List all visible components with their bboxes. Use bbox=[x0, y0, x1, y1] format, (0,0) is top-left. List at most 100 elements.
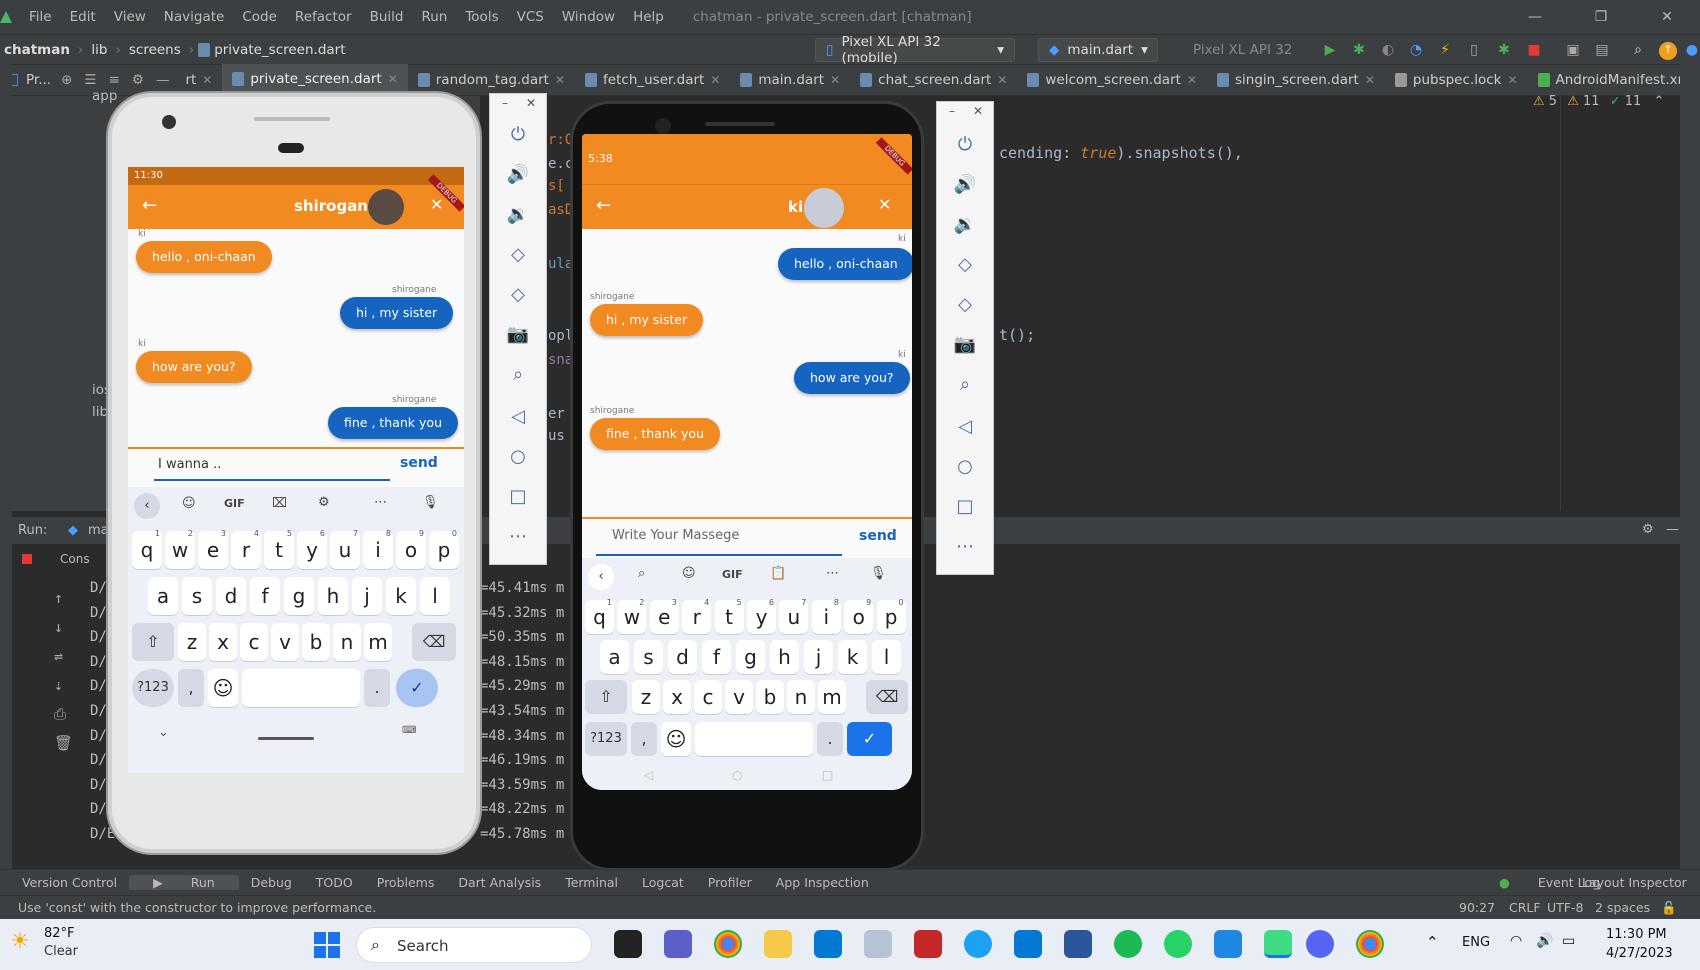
close-tab-icon[interactable]: ✕ bbox=[710, 73, 720, 87]
emoji-key[interactable]: ☺ bbox=[661, 722, 691, 756]
project-tab[interactable]: Pr... bbox=[22, 72, 55, 88]
key-s[interactable]: s bbox=[182, 577, 212, 615]
period-key[interactable]: . bbox=[817, 722, 843, 756]
encoding[interactable]: UTF-8 bbox=[1547, 900, 1583, 915]
menu-view[interactable]: View bbox=[105, 9, 155, 25]
key-l[interactable]: l bbox=[872, 640, 901, 674]
key-u[interactable]: u7 bbox=[330, 529, 360, 569]
more-icon[interactable]: ⋯ bbox=[490, 526, 546, 547]
chrome-icon[interactable] bbox=[714, 930, 742, 958]
down-icon[interactable]: ↓ bbox=[54, 613, 73, 642]
whatsapp-icon[interactable] bbox=[1164, 930, 1192, 958]
profiler-tab[interactable]: Profiler bbox=[696, 875, 764, 890]
app-icon[interactable] bbox=[1064, 930, 1092, 958]
shift-key[interactable]: ⇧ bbox=[132, 623, 174, 661]
key-m[interactable]: m bbox=[818, 680, 846, 714]
avatar[interactable] bbox=[804, 188, 844, 228]
key-x[interactable]: x bbox=[663, 680, 691, 714]
stop-icon[interactable]: ■ bbox=[1526, 42, 1542, 58]
chevron-left-icon[interactable]: ‹ bbox=[134, 493, 160, 519]
close-tab-icon[interactable]: ✕ bbox=[202, 73, 212, 87]
device2-label[interactable]: Pixel XL API 32 bbox=[1193, 42, 1292, 58]
close-tab-icon[interactable]: ✕ bbox=[388, 72, 398, 86]
more-icon[interactable]: ⋯ bbox=[937, 536, 993, 557]
key-i[interactable]: i8 bbox=[811, 598, 841, 634]
key-r[interactable]: r4 bbox=[231, 529, 261, 569]
tab-random-tag[interactable]: random_tag.dart ✕ bbox=[408, 64, 575, 96]
menu-vcs[interactable]: VCS bbox=[508, 9, 553, 25]
debug-tab[interactable]: Debug bbox=[239, 875, 304, 890]
minimize-icon[interactable]: – bbox=[502, 96, 508, 110]
dart-analysis-tab[interactable]: Dart Analysis bbox=[446, 875, 553, 890]
teams-icon[interactable] bbox=[664, 930, 692, 958]
chevron-left-icon[interactable]: ‹ bbox=[588, 564, 614, 590]
tray-chevron-icon[interactable]: ⌃ bbox=[1426, 933, 1439, 951]
close-tab-icon[interactable]: ✕ bbox=[1365, 73, 1375, 87]
menu-navigate[interactable]: Navigate bbox=[155, 9, 234, 25]
comma-key[interactable]: , bbox=[178, 669, 204, 707]
chevron-up-icon[interactable]: ⌃ bbox=[1653, 94, 1664, 109]
debug-icon[interactable]: ✱ bbox=[1351, 42, 1367, 58]
key-b[interactable]: b bbox=[302, 623, 330, 661]
key-y[interactable]: y6 bbox=[747, 598, 776, 634]
key-a[interactable]: a bbox=[600, 640, 629, 674]
clock-time[interactable]: 11:30 PM bbox=[1606, 927, 1667, 942]
tree-item[interactable]: app bbox=[92, 88, 117, 104]
shift-key[interactable]: ⇧ bbox=[585, 680, 627, 714]
key-h[interactable]: h bbox=[318, 577, 348, 615]
settings-icon[interactable]: ⚙ bbox=[1642, 522, 1654, 537]
send-button[interactable]: send bbox=[400, 455, 438, 471]
word-icon[interactable] bbox=[1214, 930, 1242, 958]
numbers-key[interactable]: ?123 bbox=[585, 722, 627, 756]
settings-icon[interactable]: ⚙ bbox=[126, 72, 150, 88]
tab-singin-screen[interactable]: singin_screen.dart ✕ bbox=[1207, 64, 1385, 96]
task-view-icon[interactable] bbox=[614, 930, 642, 958]
menu-file[interactable]: File bbox=[20, 9, 61, 25]
volume-up-icon[interactable]: 🔊 bbox=[490, 164, 546, 185]
hot-reload-icon[interactable]: ⚡ bbox=[1437, 42, 1453, 58]
key-m[interactable]: m bbox=[364, 623, 392, 661]
run-config-tab[interactable]: ma bbox=[88, 523, 109, 538]
rotate-right-icon[interactable]: ◇ bbox=[490, 284, 546, 305]
tab-main[interactable]: main.dart ✕ bbox=[730, 64, 850, 96]
key-d[interactable]: d bbox=[216, 577, 246, 615]
key-k[interactable]: k bbox=[838, 640, 867, 674]
overview-icon[interactable]: □ bbox=[937, 496, 993, 517]
key-w[interactable]: w2 bbox=[617, 598, 647, 634]
gift-icon[interactable] bbox=[914, 930, 942, 958]
run-icon[interactable]: ▶ bbox=[1322, 42, 1338, 58]
nav-overview-icon[interactable]: □ bbox=[822, 768, 833, 782]
profile-icon[interactable]: ◔ bbox=[1408, 42, 1424, 58]
nav-back-icon[interactable]: ◁ bbox=[644, 768, 653, 782]
key-c[interactable]: c bbox=[240, 623, 268, 661]
key-p[interactable]: p0 bbox=[876, 598, 906, 634]
close-icon[interactable]: ✕ bbox=[430, 195, 443, 214]
power-icon[interactable]: ⏻ bbox=[490, 124, 546, 145]
tab-chat-screen[interactable]: chat_screen.dart ✕ bbox=[850, 64, 1017, 96]
camera-icon[interactable]: 📷 bbox=[490, 324, 546, 345]
rotate-left-icon[interactable]: ◇ bbox=[490, 244, 546, 265]
menu-code[interactable]: Code bbox=[233, 9, 286, 25]
run-config-selector[interactable]: ◆ main.dart ▾ bbox=[1038, 38, 1158, 62]
close-tab-icon[interactable]: ✕ bbox=[555, 73, 565, 87]
line-ending[interactable]: CRLF bbox=[1509, 900, 1541, 915]
key-t[interactable]: t5 bbox=[714, 598, 744, 634]
more-icon[interactable]: ⋯ bbox=[374, 495, 387, 510]
comma-key[interactable]: , bbox=[631, 722, 657, 756]
menu-run[interactable]: Run bbox=[412, 9, 456, 25]
start-icon[interactable] bbox=[314, 932, 340, 958]
android-studio-icon[interactable] bbox=[1264, 930, 1292, 958]
volume-down-icon[interactable]: 🔉 bbox=[937, 214, 993, 235]
key-b[interactable]: b bbox=[756, 680, 784, 714]
key-f[interactable]: f bbox=[250, 577, 280, 615]
key-y[interactable]: y6 bbox=[297, 529, 327, 569]
mail-icon[interactable] bbox=[1014, 930, 1042, 958]
key-s[interactable]: s bbox=[634, 640, 663, 674]
zoom-icon[interactable]: ⌕ bbox=[490, 364, 546, 385]
indent[interactable]: 2 spaces bbox=[1595, 900, 1650, 915]
key-k[interactable]: k bbox=[386, 577, 416, 615]
tab-welcom-screen[interactable]: welcom_screen.dart ✕ bbox=[1017, 64, 1207, 96]
tab-pubspec-lock[interactable]: pubspec.lock ✕ bbox=[1385, 64, 1528, 96]
taskbar-search[interactable]: ⌕ Search bbox=[356, 927, 592, 963]
key-g[interactable]: g bbox=[284, 577, 314, 615]
